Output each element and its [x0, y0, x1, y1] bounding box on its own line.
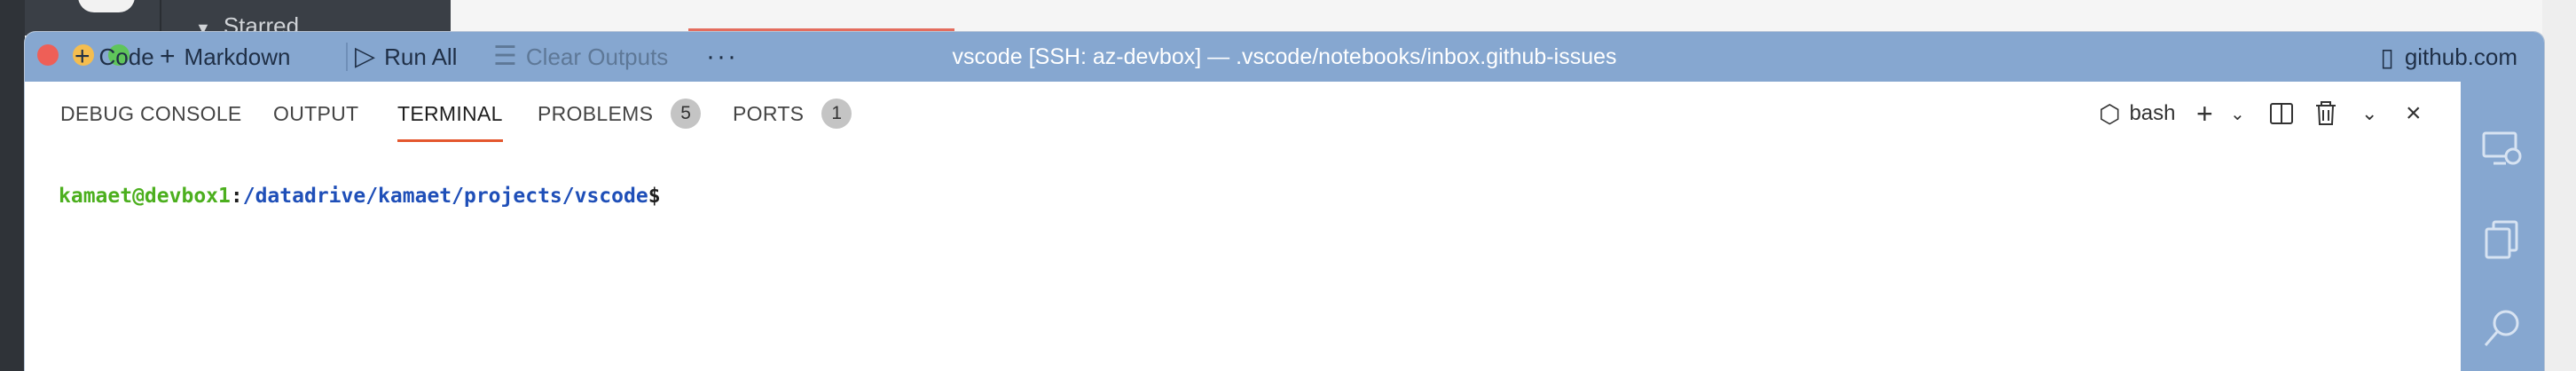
terminal-output[interactable]: kamaet@devbox1:/datadrive/kamaet/project… [59, 185, 661, 208]
terminal-user-host: kamaet@devbox1 [59, 185, 231, 208]
close-icon: × [2406, 99, 2422, 128]
close-window-button[interactable] [37, 44, 59, 66]
background-divider [160, 0, 161, 36]
tab-label: PROBLEMS [538, 101, 654, 125]
shell-label: bash [2129, 101, 2176, 125]
terminal-prompt: $ [648, 185, 661, 208]
clear-outputs-label: Clear Outputs [525, 43, 669, 70]
more-actions-button[interactable]: ··· [706, 32, 738, 82]
clear-all-icon: ☰ [493, 42, 517, 71]
search-icon[interactable] [2461, 307, 2544, 350]
chevron-down-icon: ⌄ [2230, 104, 2245, 124]
tab-label: OUTPUT [273, 101, 359, 125]
background-right-strip [2542, 0, 2576, 371]
terminal-shell-icon: ⬡ [2099, 99, 2121, 128]
close-panel-button[interactable]: × [2406, 82, 2422, 146]
plus-icon: + [75, 42, 90, 71]
background-left-strip [0, 0, 25, 371]
clear-outputs-button[interactable]: ☰ Clear Outputs [493, 32, 668, 82]
background-logo [78, 0, 135, 12]
remote-explorer-icon[interactable] [2461, 130, 2544, 169]
remote-indicator[interactable]: ▯ github.com [2380, 32, 2517, 82]
run-all-icon: ▷ [355, 42, 376, 71]
code-label: Code [98, 43, 154, 70]
vscode-window: + Code + Markdown ▷ Run All ☰ Clear Outputs … [25, 32, 2544, 371]
copy-icon[interactable] [2461, 218, 2544, 261]
tab-label: TERMINAL [397, 101, 503, 125]
terminal-shell-selector[interactable]: ⬡ bash [2099, 82, 2176, 146]
tab-label: PORTS [733, 101, 805, 125]
maximize-panel-button[interactable]: ⌄ [2361, 82, 2377, 146]
title-bar: + Code + Markdown ▷ Run All ☰ Clear Outputs … [25, 32, 2544, 82]
chevron-down-icon: ⌄ [2361, 102, 2378, 124]
tab-problems[interactable]: PROBLEMS 5 [538, 82, 702, 146]
tab-terminal[interactable]: TERMINAL [397, 82, 503, 146]
tab-label: DEBUG CONSOLE [60, 101, 242, 125]
ellipsis-icon: ··· [706, 42, 738, 71]
add-markdown-cell-button[interactable]: + Markdown [160, 32, 290, 82]
problems-count-badge: 5 [671, 99, 702, 129]
run-all-label: Run All [384, 43, 458, 70]
tab-debug-console[interactable]: DEBUG CONSOLE [60, 82, 242, 146]
terminal-path: /datadrive/kamaet/projects/vscode [242, 185, 648, 208]
remote-label: github.com [2404, 43, 2517, 70]
new-terminal-dropdown[interactable]: ⌄ [2230, 82, 2245, 146]
bottom-panel: DEBUG CONSOLE OUTPUT TERMINAL PROBLEMS 5… [25, 82, 2461, 371]
run-all-button[interactable]: ▷ Run All [355, 32, 457, 82]
activity-bar [2461, 82, 2544, 371]
tab-ports[interactable]: PORTS 1 [733, 82, 852, 146]
toolbar-divider [346, 43, 348, 71]
plus-icon: + [160, 42, 176, 71]
split-icon [2270, 103, 2293, 124]
markdown-label: Markdown [184, 43, 291, 70]
new-terminal-button[interactable]: + [2196, 82, 2213, 146]
plus-icon: + [2196, 97, 2213, 130]
terminal-colon: : [230, 185, 243, 208]
tab-output[interactable]: OUTPUT [273, 82, 358, 146]
kill-terminal-button[interactable] [2313, 82, 2338, 146]
trash-icon [2316, 101, 2336, 125]
server-icon: ▯ [2380, 43, 2394, 71]
add-code-cell-button[interactable]: + Code [75, 32, 154, 82]
panel-tabs: DEBUG CONSOLE OUTPUT TERMINAL PROBLEMS 5… [25, 82, 2461, 146]
split-terminal-button[interactable] [2269, 82, 2294, 146]
ports-count-badge: 1 [821, 99, 852, 129]
